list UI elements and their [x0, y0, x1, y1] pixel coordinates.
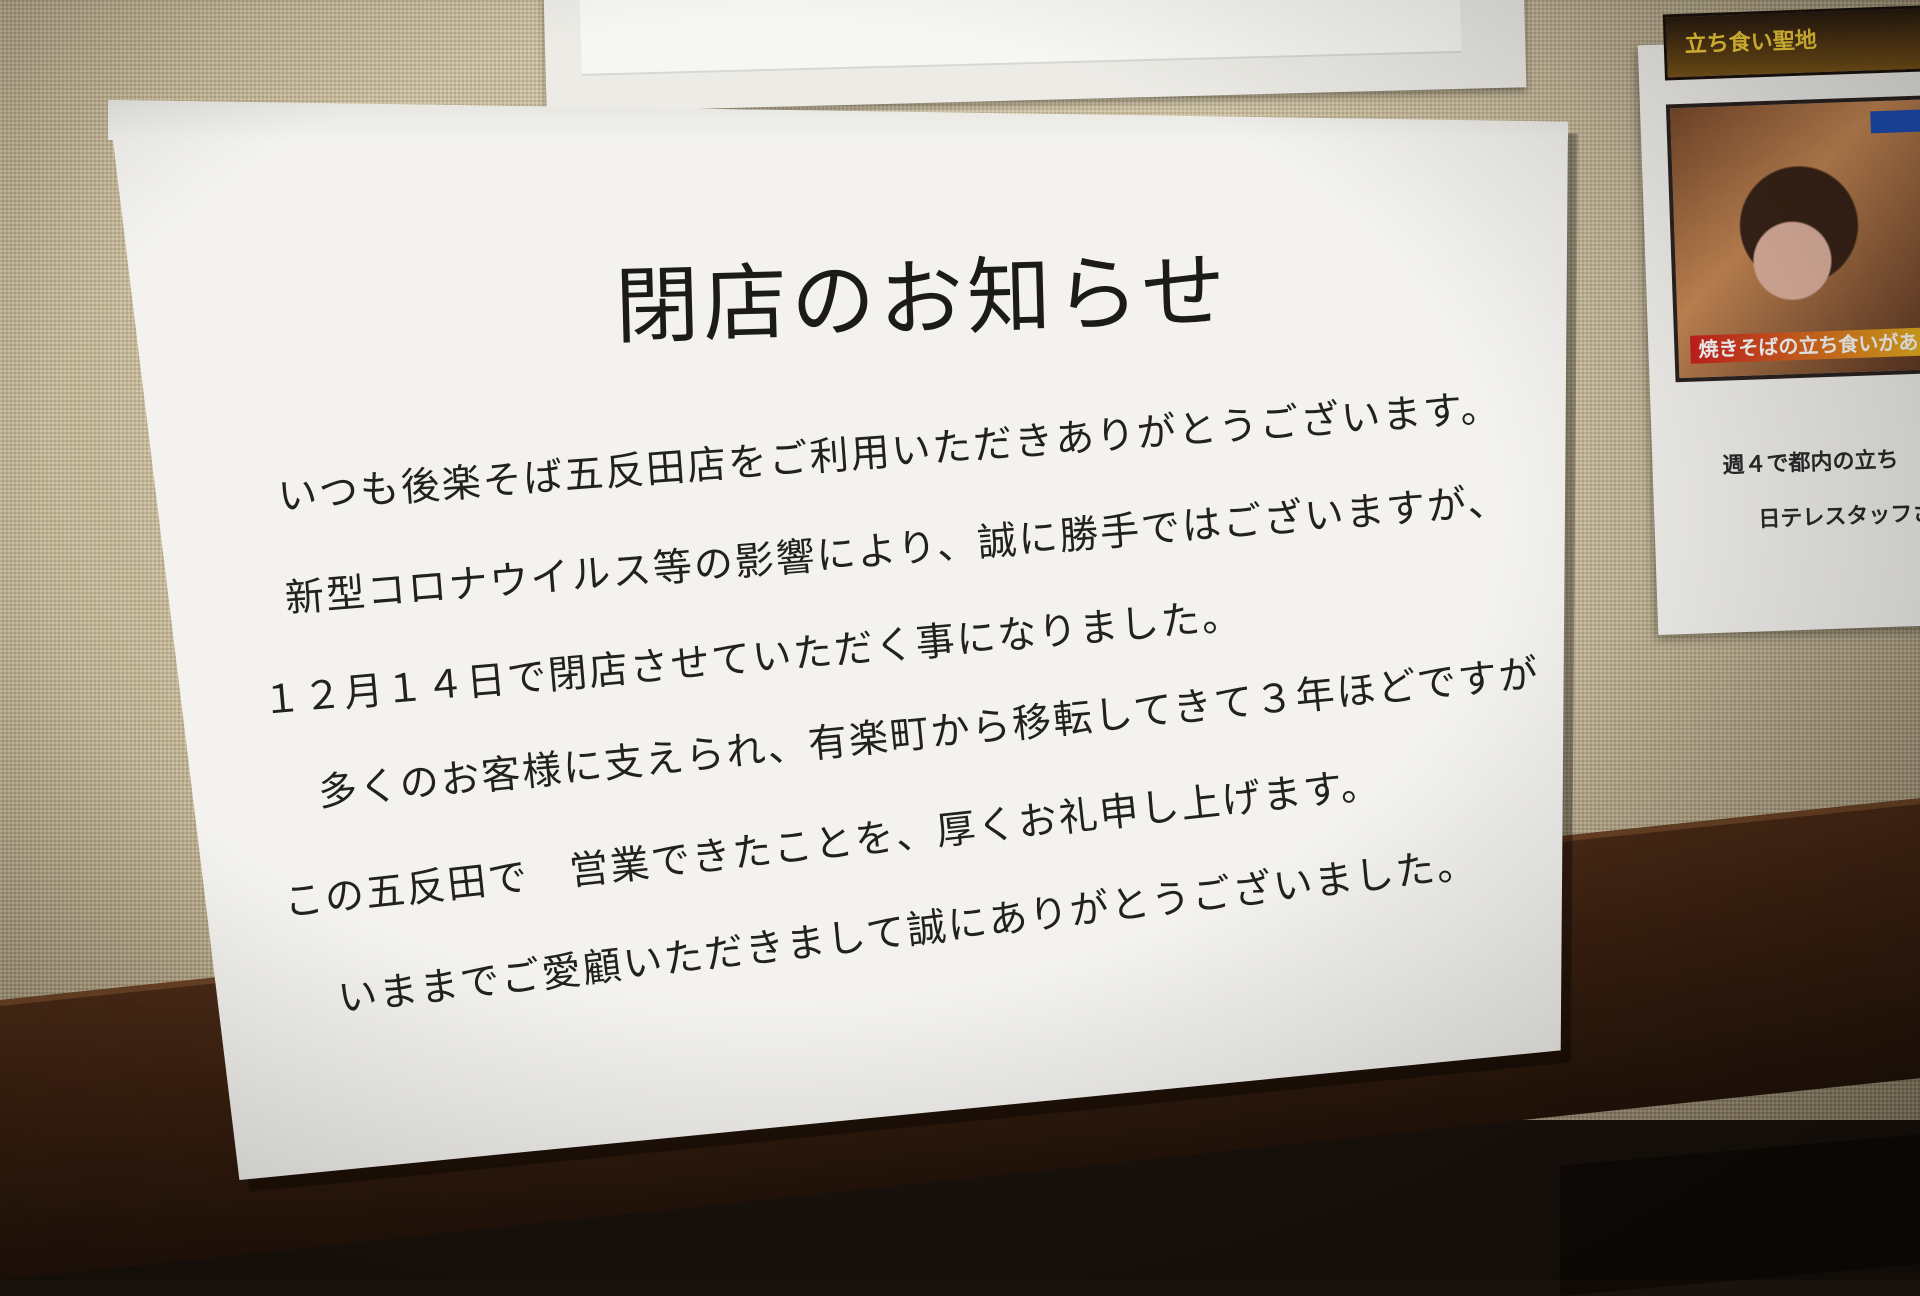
poster-text-2: 日テレスタッフさ: [1757, 501, 1920, 533]
side-poster: 立ち食い聖地 焼きそばの立ち食いがあっ 週４で都内の立ち 日テレスタッフさ: [1637, 5, 1920, 636]
notice-title: 閉店のお知らせ: [613, 241, 1231, 356]
tv-caption: 焼きそばの立ち食いがあっ: [1689, 327, 1920, 364]
tv-still-photo: 焼きそばの立ち食いがあっ: [1665, 95, 1920, 383]
poster-text-1: 週４で都内の立ち: [1722, 447, 1899, 479]
notice-text-layer: 閉店のお知らせ いつも後楽そば五反田店をご利用いただきありがとうございます。 新…: [0, 0, 1920, 1280]
tv-channel-badge: [1870, 109, 1920, 134]
poster-banner: 立ち食い聖地: [1662, 5, 1920, 81]
poster-banner-text: 立ち食い聖地: [1684, 28, 1818, 58]
